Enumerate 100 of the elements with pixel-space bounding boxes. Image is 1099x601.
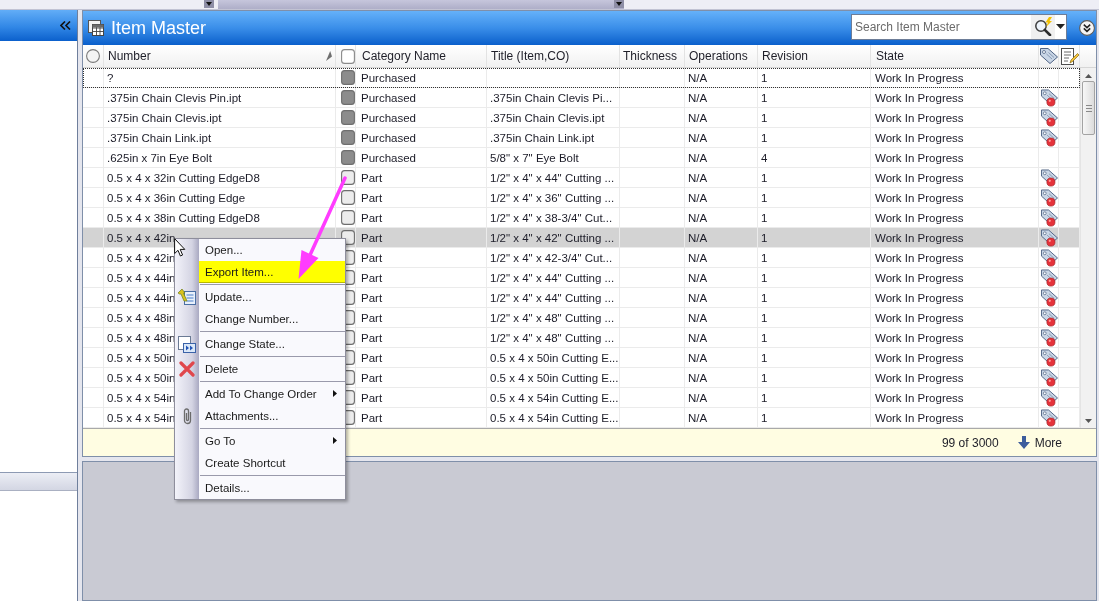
double-chevron-down-icon[interactable] — [1079, 20, 1095, 36]
table-row[interactable]: .375in Chain Clevis Pin.ipt Purchased .375in Chain Clevis Pi... N/A 1 Work In Progress — [83, 88, 1080, 108]
tag-icon[interactable] — [1040, 48, 1058, 64]
result-count: 99 of 3000 — [941, 435, 999, 450]
state-value: Work In Progress — [875, 311, 964, 324]
operations-value: N/A — [688, 71, 708, 84]
category-name: Part — [361, 231, 383, 244]
revision-value: 1 — [761, 191, 768, 204]
menu-item[interactable]: Change Number... — [199, 308, 345, 330]
radio-circle-icon[interactable] — [86, 49, 100, 63]
revision-value: 1 — [761, 211, 768, 224]
state-value: Work In Progress — [875, 411, 964, 424]
revision-value: 1 — [761, 391, 768, 404]
item-title: 0.5 x 4 x 54in Cutting E... — [490, 391, 619, 404]
state-value: Work In Progress — [875, 251, 964, 264]
operations-value: N/A — [688, 351, 708, 364]
more-button[interactable]: More — [1017, 435, 1062, 450]
table-row[interactable]: ? Purchased N/A 1 Work In Progress — [83, 68, 1080, 88]
category-name: Part — [361, 391, 383, 404]
category-name: Purchased — [361, 151, 416, 164]
state-value: Work In Progress — [875, 91, 964, 104]
category-name: Part — [361, 271, 383, 284]
revision-value: 1 — [761, 271, 768, 284]
revision-value: 1 — [761, 331, 768, 344]
category-name: Part — [361, 211, 383, 224]
scroll-up-arrow-icon[interactable] — [1085, 74, 1092, 78]
item-number: 0.5 x 4 x 36in Cutting Edge — [107, 191, 246, 204]
search-field[interactable]: Search Item Master — [851, 13, 1031, 40]
category-name: Purchased — [361, 91, 416, 104]
sort-indicator-icon — [326, 51, 332, 61]
item-title: 1/2" x 4" x 38-3/4" Cut... — [490, 211, 613, 224]
column-header[interactable]: Thickness — [620, 45, 685, 67]
document-forward-icon — [178, 335, 196, 353]
item-title: 1/2" x 4" x 42" Cutting ... — [490, 231, 615, 244]
table-row[interactable]: 0.5 x 4 x 38in Cutting EdgeD8 Part 1/2" x 4" x 38-3/4" Cut... N/A 1 Work In Progress — [83, 208, 1080, 228]
category-name: Part — [361, 191, 383, 204]
cross-icon — [179, 361, 195, 377]
table-row[interactable]: .375in Chain Link.ipt Purchased .375in Chain Link.ipt N/A 1 Work In Progress — [83, 128, 1080, 148]
vertical-scrollbar[interactable] — [1080, 68, 1096, 428]
category-name: Purchased — [361, 111, 416, 124]
table-row[interactable]: .625in x 7in Eye Bolt Purchased 5/8" x 7" Eye Bolt N/A 4 Work In Progress — [83, 148, 1080, 168]
menu-item[interactable]: Details... — [199, 477, 345, 499]
operations-value: N/A — [688, 171, 708, 184]
menu-item[interactable]: Update... — [199, 286, 345, 308]
column-header[interactable]: State — [871, 45, 1039, 67]
dropdown-arrow-icon[interactable] — [614, 0, 624, 8]
operations-value: N/A — [688, 311, 708, 324]
menu-item[interactable]: Change State... — [199, 333, 345, 355]
item-title: 1/2" x 4" x 44" Cutting ... — [490, 271, 615, 284]
operations-value: N/A — [688, 191, 708, 204]
item-title: 1/2" x 4" x 42-3/4" Cut... — [490, 251, 613, 264]
item-title: .375in Chain Clevis Pi... — [490, 91, 613, 104]
notepad-pencil-icon[interactable] — [1061, 47, 1079, 65]
scrollbar-thumb[interactable] — [1082, 81, 1095, 135]
item-title: 5/8" x 7" Eye Bolt — [490, 151, 579, 164]
column-header[interactable]: Category Name — [356, 45, 487, 67]
column-header[interactable]: Number — [104, 45, 336, 67]
menu-item[interactable]: Export Item... — [199, 261, 345, 283]
item-title: 1/2" x 4" x 48" Cutting ... — [490, 311, 615, 324]
scroll-down-arrow-icon[interactable] — [1085, 419, 1092, 423]
category-name: Purchased — [361, 131, 416, 144]
dropdown-arrow-icon[interactable] — [204, 0, 214, 8]
dropdown-arrow-icon[interactable] — [1056, 24, 1065, 29]
category-name: Part — [361, 411, 383, 424]
column-header[interactable]: Revision — [758, 45, 871, 67]
revision-value: 1 — [761, 171, 768, 184]
state-value: Work In Progress — [875, 191, 964, 204]
operations-value: N/A — [688, 291, 708, 304]
state-value: Work In Progress — [875, 391, 964, 404]
operations-value: N/A — [688, 111, 708, 124]
search-icon[interactable] — [1033, 17, 1053, 36]
state-value: Work In Progress — [875, 71, 964, 84]
panel-title: Item Master — [111, 17, 208, 39]
item-title: 1/2" x 4" x 44" Cutting ... — [490, 171, 615, 184]
table-row[interactable]: 0.5 x 4 x 36in Cutting Edge Part 1/2" x 4" x 36" Cutting ... N/A 1 Work In Progress — [83, 188, 1080, 208]
double-chevron-left-icon[interactable] — [60, 21, 71, 30]
operations-value: N/A — [688, 211, 708, 224]
item-title: .375in Chain Clevis.ipt — [490, 111, 605, 124]
revision-value: 4 — [761, 151, 768, 164]
item-number: .375in Chain Clevis Pin.ipt — [107, 91, 242, 104]
menu-item[interactable]: Attachments... — [199, 405, 345, 427]
item-title: .375in Chain Link.ipt — [490, 131, 595, 144]
table-row[interactable]: 0.5 x 4 x 32in Cutting EdgeD8 Part 1/2" x 4" x 44" Cutting ... N/A 1 Work In Progress — [83, 168, 1080, 188]
column-header[interactable]: Operations — [685, 45, 758, 67]
table-row[interactable]: .375in Chain Clevis.ipt Purchased .375in Chain Clevis.ipt N/A 1 Work In Progress — [83, 108, 1080, 128]
state-value: Work In Progress — [875, 151, 964, 164]
column-header[interactable]: Title (Item,CO) — [487, 45, 620, 67]
checkbox-icon[interactable] — [341, 48, 355, 64]
operations-value: N/A — [688, 331, 708, 344]
item-title: 0.5 x 4 x 50in Cutting E... — [490, 371, 619, 384]
menu-item[interactable]: Create Shortcut — [199, 452, 345, 474]
menu-item[interactable]: Delete — [199, 358, 345, 380]
menu-item[interactable]: Go To — [199, 430, 345, 452]
state-value: Work In Progress — [875, 131, 964, 144]
item-number: .625in x 7in Eye Bolt — [107, 151, 212, 164]
category-name: Part — [361, 291, 383, 304]
item-title: 0.5 x 4 x 54in Cutting E... — [490, 411, 619, 424]
category-name: Part — [361, 351, 383, 364]
grid-window-icon — [88, 20, 104, 36]
item-number: .375in Chain Clevis.ipt — [107, 111, 222, 124]
